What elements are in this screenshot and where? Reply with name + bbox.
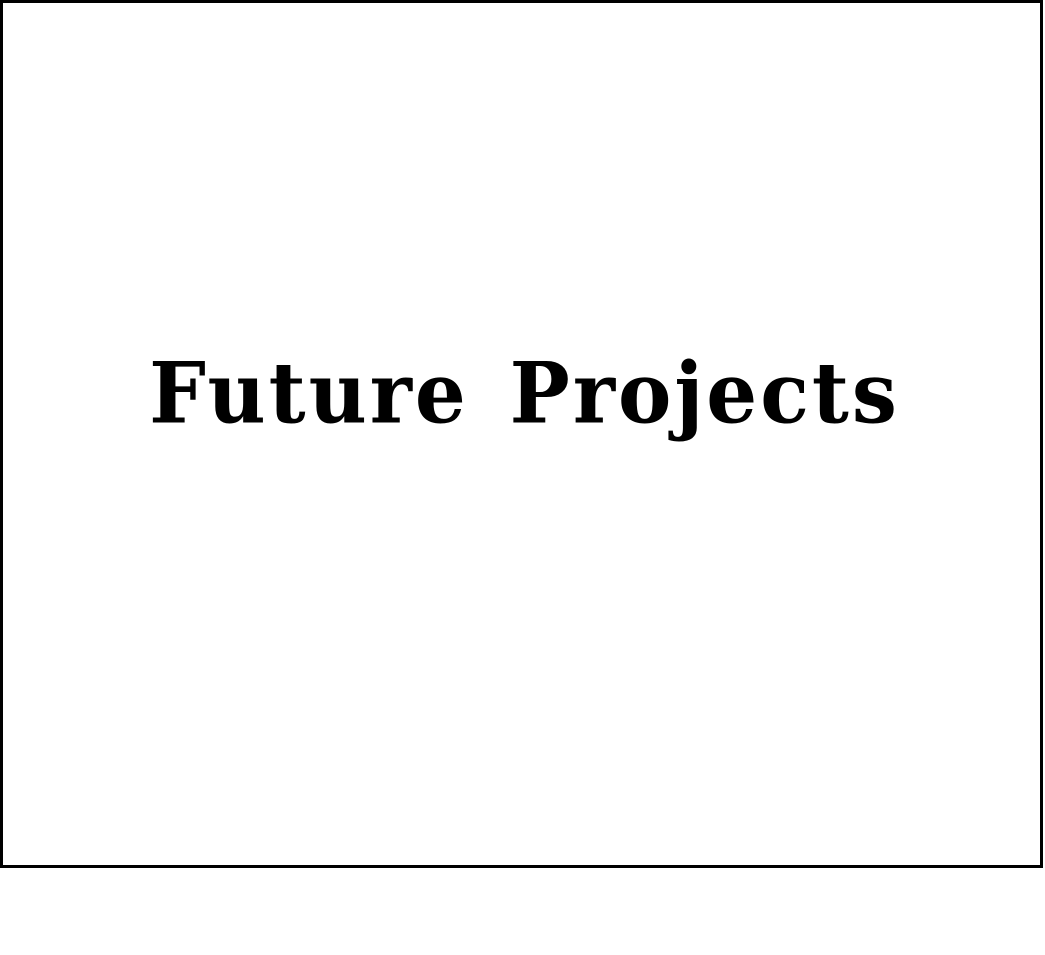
slide-frame: Future Projects xyxy=(0,0,1043,868)
slide-title: Future Projects xyxy=(149,343,900,443)
